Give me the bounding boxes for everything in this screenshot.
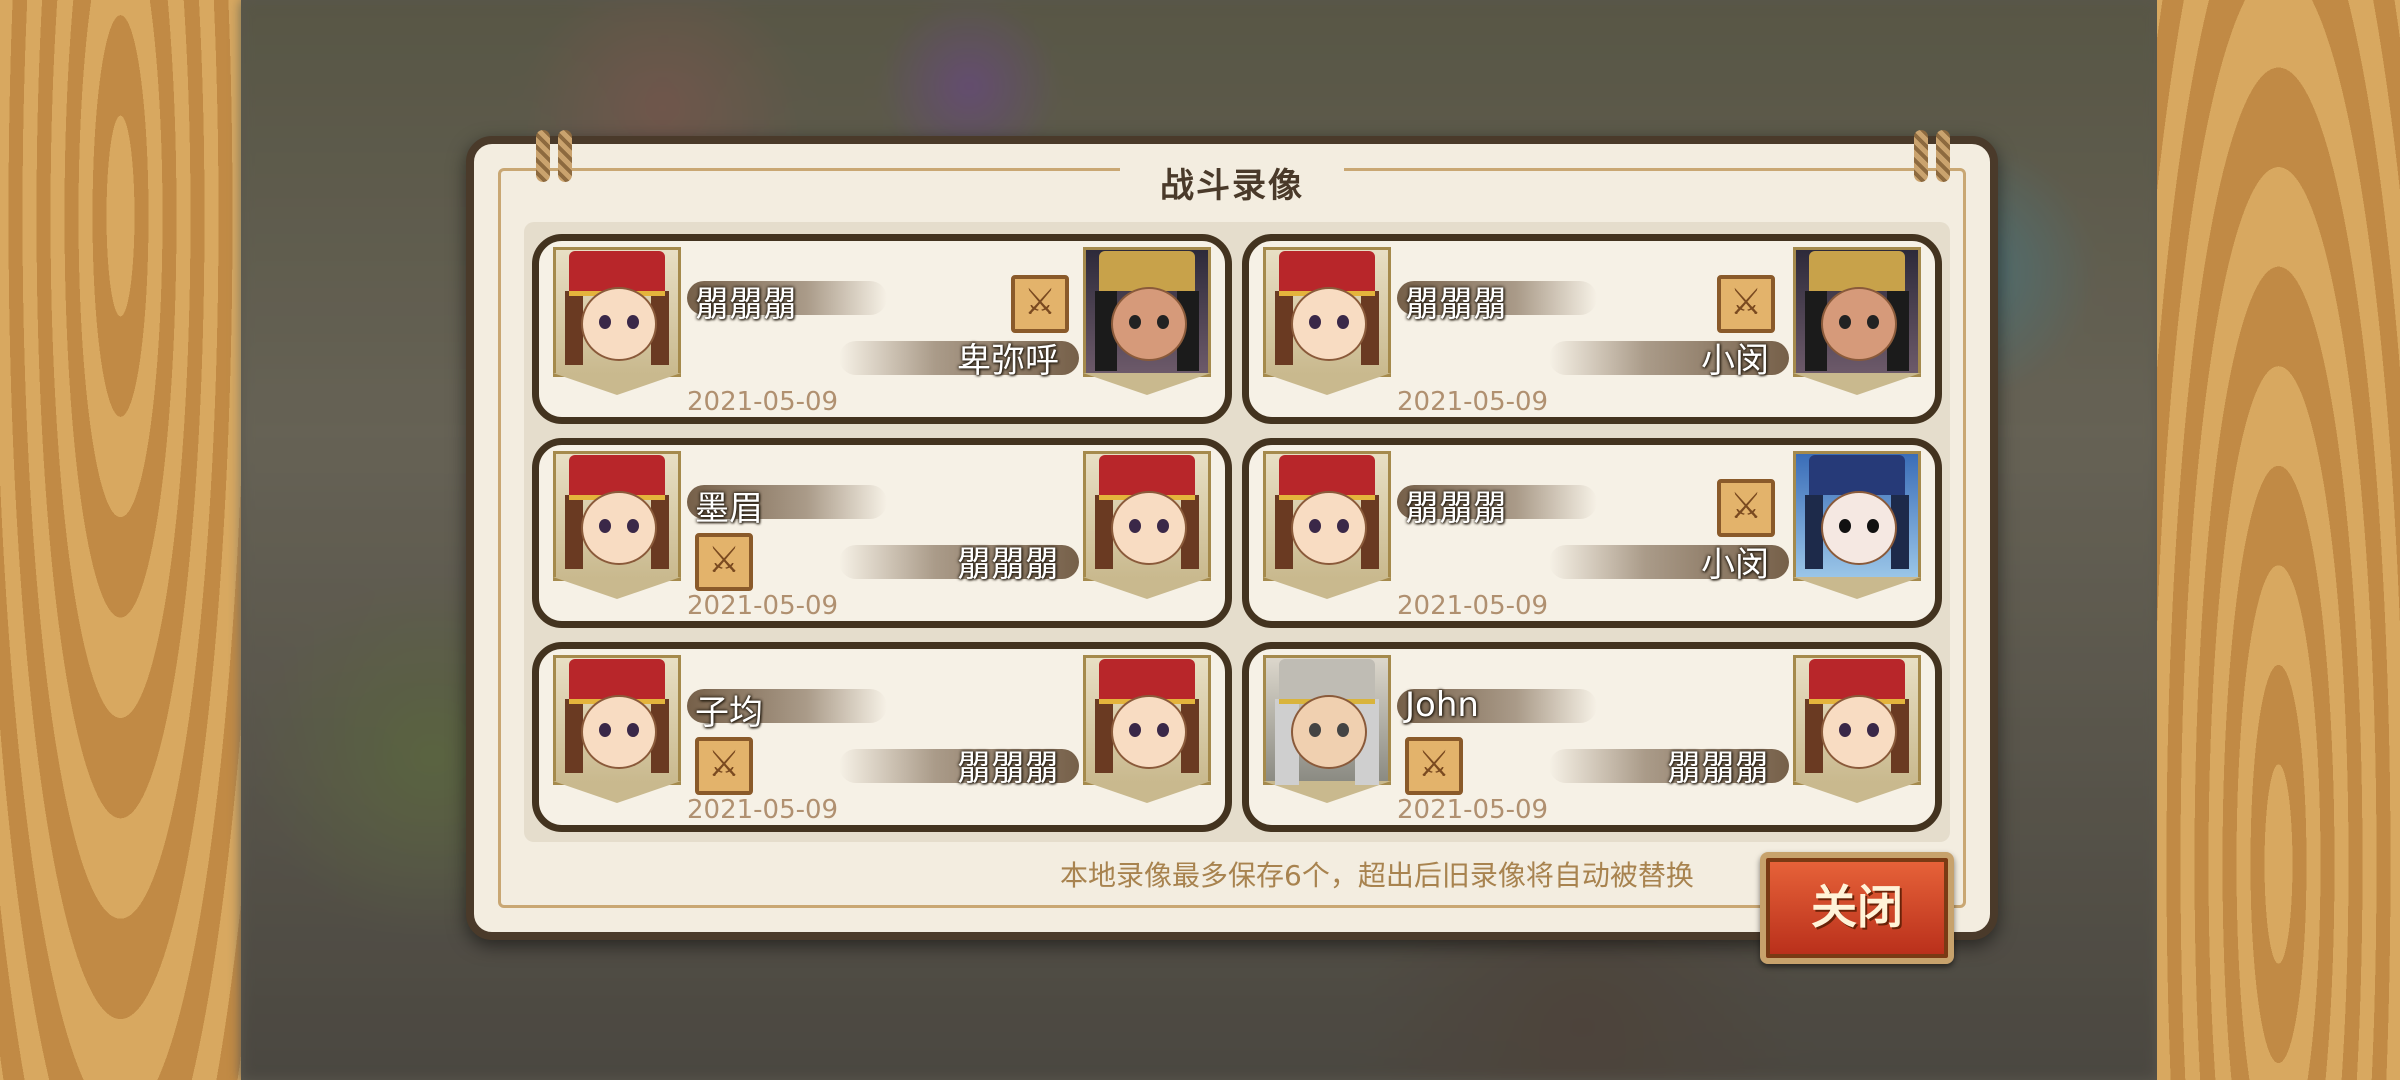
right-player-name: 小闵 [1701, 545, 1769, 585]
replay-date: 2021-05-09 [1397, 795, 1549, 825]
right-wood-panel [2157, 0, 2400, 1080]
left-player-avatar [553, 451, 681, 601]
right-player-avatar [1793, 655, 1921, 805]
replay-date: 2021-05-09 [1397, 591, 1549, 621]
right-player-avatar [1083, 655, 1211, 805]
left-player-avatar [1263, 247, 1391, 397]
crossed-swords-icon [1717, 479, 1775, 537]
right-player-name: 朤朤朤 [957, 545, 1059, 585]
storage-limit-tip: 本地录像最多保存6个，超出后旧录像将自动被替换 [1060, 859, 1694, 892]
replay-list: 朤朤朤 卑弥呼 2021-05-09 朤朤朤 小闵 [524, 222, 1950, 842]
replay-card-2[interactable]: 朤朤朤 小闵 2021-05-09 [1242, 234, 1942, 424]
left-player-avatar [1263, 451, 1391, 601]
replay-card-6[interactable]: John 朤朤朤 2021-05-09 [1242, 642, 1942, 832]
replay-card-4[interactable]: 朤朤朤 小闵 2021-05-09 [1242, 438, 1942, 628]
right-player-avatar [1793, 247, 1921, 397]
right-player-avatar [1083, 451, 1211, 601]
right-player-avatar [1083, 247, 1211, 397]
replay-card-1[interactable]: 朤朤朤 卑弥呼 2021-05-09 [532, 234, 1232, 424]
right-player-name: 小闵 [1701, 341, 1769, 381]
right-player-name: 朤朤朤 [957, 749, 1059, 789]
left-player-name: 子均 [695, 693, 763, 733]
replay-card-5[interactable]: 子均 朤朤朤 2021-05-09 [532, 642, 1232, 832]
dialog-title: 战斗录像 [1120, 158, 1344, 207]
battle-replay-dialog: 战斗录像 朤朤朤 卑弥呼 2021-05-09 [466, 130, 1998, 940]
crossed-swords-icon [695, 737, 753, 795]
crossed-swords-icon [1011, 275, 1069, 333]
left-player-avatar [1263, 655, 1391, 805]
right-player-name: 卑弥呼 [957, 341, 1059, 381]
replay-date: 2021-05-09 [687, 387, 839, 417]
replay-date: 2021-05-09 [1397, 387, 1549, 417]
close-button[interactable]: 关闭 [1760, 852, 1954, 964]
left-player-name: 朤朤朤 [1405, 285, 1507, 325]
left-player-avatar [553, 655, 681, 805]
crossed-swords-icon [1717, 275, 1775, 333]
replay-date: 2021-05-09 [687, 591, 839, 621]
crossed-swords-icon [695, 533, 753, 591]
left-player-name: 墨眉 [695, 489, 763, 529]
replay-date: 2021-05-09 [687, 795, 839, 825]
crossed-swords-icon [1405, 737, 1463, 795]
left-player-name: 朤朤朤 [695, 285, 797, 325]
right-player-name: 朤朤朤 [1667, 749, 1769, 789]
right-player-avatar [1793, 451, 1921, 601]
left-player-name: 朤朤朤 [1405, 489, 1507, 529]
replay-card-3[interactable]: 墨眉 朤朤朤 2021-05-09 [532, 438, 1232, 628]
left-player-avatar [553, 247, 681, 397]
left-wood-panel [0, 0, 241, 1080]
left-player-name: John [1405, 685, 1479, 725]
